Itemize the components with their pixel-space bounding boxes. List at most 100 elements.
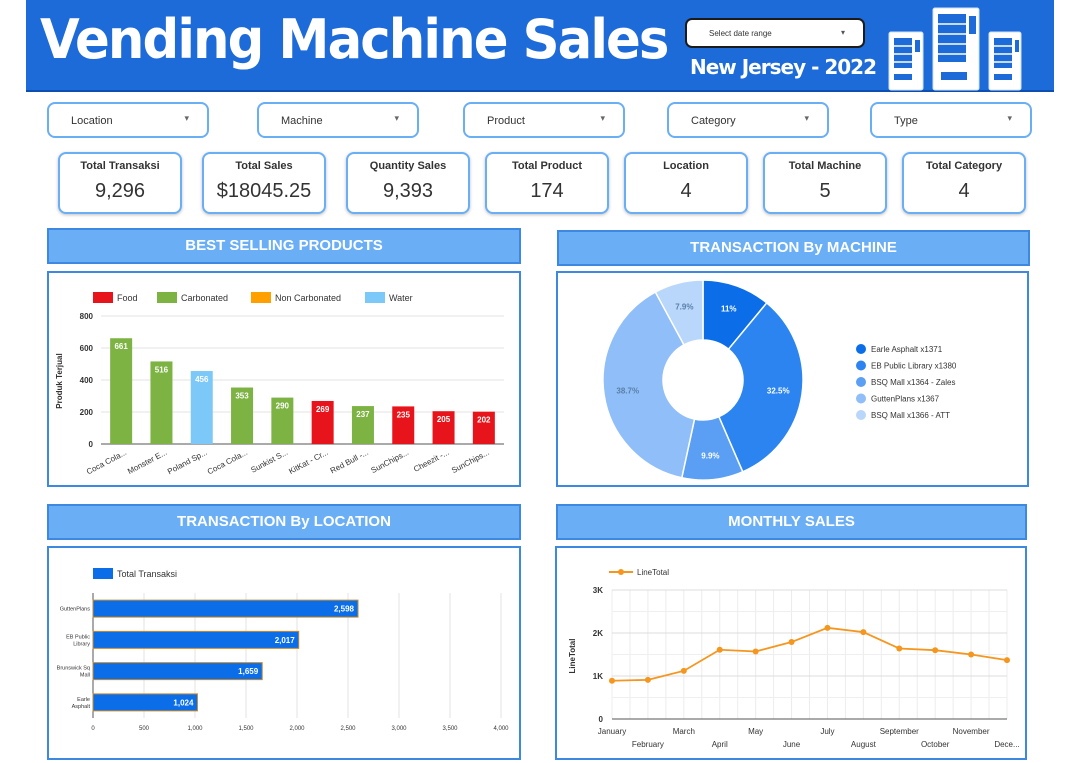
kpi-label: Total Product xyxy=(511,160,583,172)
bar-value-label: 661 xyxy=(114,342,128,351)
filter-type[interactable]: Type ▾ xyxy=(870,102,1032,138)
kpi-total-product: Total Product 174 xyxy=(485,152,609,214)
x-tick-label: 1,000 xyxy=(187,726,203,732)
pie-slice-label: 38.7% xyxy=(616,387,639,396)
y-tick-label: 200 xyxy=(80,408,94,417)
filter-category[interactable]: Category ▾ xyxy=(667,102,829,138)
pie-slice-label: 32.5% xyxy=(767,387,790,396)
legend-label: Total Transaksi xyxy=(117,569,177,579)
y-tick-label: Earle xyxy=(77,697,90,703)
legend-label: BSQ Mall x1366 - ATT xyxy=(871,411,950,420)
chevron-down-icon: ▾ xyxy=(804,113,809,123)
y-tick-label: 3K xyxy=(593,586,603,595)
x-tick-label: SunChips... xyxy=(450,448,491,475)
x-tick-label: Poland Sp... xyxy=(166,448,209,476)
legend-swatch xyxy=(856,410,866,420)
bar-value-label: 516 xyxy=(155,365,169,374)
x-tick-label: November xyxy=(953,727,990,736)
kpi-value: 4 xyxy=(680,180,692,202)
line-point xyxy=(716,646,723,653)
best-selling-panel: Food Carbonated Non Carbonated Water 0 200 400… xyxy=(47,271,521,487)
bar-value-label: 456 xyxy=(195,375,209,384)
bar xyxy=(110,338,133,444)
page-title: Vending Machine Sales xyxy=(40,8,669,71)
x-tick-label: Sunkist S... xyxy=(249,448,289,475)
bar-value-label: 353 xyxy=(235,392,249,401)
bar-value-label: 202 xyxy=(477,416,491,425)
bar-value-label: 1,659 xyxy=(238,667,259,676)
kpi-value: 9,296 xyxy=(94,180,146,202)
vending-machines-icon xyxy=(888,7,1022,91)
filter-location[interactable]: Location ▾ xyxy=(47,102,209,138)
x-tick-label: SunChips... xyxy=(369,448,410,475)
x-tick-label: July xyxy=(820,727,834,736)
kpi-value: 174 xyxy=(530,180,564,202)
legend-label: LineTotal xyxy=(637,568,669,577)
best-selling-chart: Food Carbonated Non Carbonated Water 0 200 400… xyxy=(55,292,504,476)
x-tick-label: September xyxy=(880,727,919,736)
chevron-down-icon: ▾ xyxy=(600,113,605,123)
x-tick-label: June xyxy=(783,740,801,749)
bar xyxy=(92,662,263,681)
line-point xyxy=(644,676,651,683)
kpi-label: Total Transaksi xyxy=(80,160,160,172)
x-tick-label: March xyxy=(673,727,695,736)
chevron-down-icon: ▾ xyxy=(840,28,845,37)
pie-slice-label: 7.9% xyxy=(675,302,693,311)
legend-swatch xyxy=(365,292,385,303)
monthly-chart: LineTotal 0 1K 2K 3K LineTotal January February… xyxy=(568,568,1020,749)
line-point xyxy=(824,624,831,631)
x-tick-label: January xyxy=(598,727,626,736)
x-tick-label: October xyxy=(921,740,950,749)
x-tick-label: 2,000 xyxy=(289,726,305,732)
y-tick-label: 600 xyxy=(80,344,94,353)
legend-label: Non Carbonated xyxy=(275,293,341,303)
filter-label: Machine xyxy=(281,115,323,127)
by-machine-chart: 11% 32.5% 9.9% 38.7% 7.9% Earle Asphalt x1371… xyxy=(602,279,957,481)
kpi-value: $18045.25 xyxy=(216,180,312,202)
x-tick-label: 0 xyxy=(91,726,95,732)
filter-label: Category xyxy=(691,115,736,127)
section-title-best-selling: BEST SELLING PRODUCTS xyxy=(47,228,521,264)
kpi-total-transaksi: Total Transaksi 9,296 xyxy=(58,152,182,214)
x-tick-label: 500 xyxy=(139,726,150,732)
x-tick-label: 3,500 xyxy=(442,726,458,732)
filter-product[interactable]: Product ▾ xyxy=(463,102,625,138)
pie-slice-label: 9.9% xyxy=(701,452,719,461)
bar-value-label: 290 xyxy=(276,402,290,411)
filter-label: Product xyxy=(487,115,525,127)
y-tick-label: 0 xyxy=(599,715,604,724)
x-tick-label: April xyxy=(712,740,728,749)
bar-value-label: 2,017 xyxy=(275,636,296,645)
line-point xyxy=(968,651,975,658)
kpi-total-category: Total Category 4 xyxy=(902,152,1026,214)
legend-swatch xyxy=(251,292,271,303)
legend-marker xyxy=(618,569,624,575)
legend-label: Water xyxy=(389,293,413,303)
chevron-down-icon: ▾ xyxy=(394,113,399,123)
filter-machine[interactable]: Machine ▾ xyxy=(257,102,419,138)
y-axis-label: Produk Terjual xyxy=(55,353,64,408)
x-tick-label: 3,000 xyxy=(391,726,407,732)
legend-swatch xyxy=(93,292,113,303)
line-point xyxy=(752,648,759,655)
y-tick-label: Brunswick Sq xyxy=(57,666,90,672)
y-tick-label: 800 xyxy=(80,312,94,321)
by-location-panel: Total Transaksi 0 500 1,000 1,500 2,000 2,500 3… xyxy=(47,546,521,760)
line-point xyxy=(932,647,939,654)
bar-value-label: 237 xyxy=(356,410,370,419)
line-point xyxy=(1004,657,1010,664)
kpi-quantity-sales: Quantity Sales 9,393 xyxy=(346,152,470,214)
legend-swatch xyxy=(157,292,177,303)
date-range-label: Select date range xyxy=(709,29,772,38)
bar-value-label: 1,024 xyxy=(173,698,194,707)
legend-swatch xyxy=(856,344,866,354)
date-range-select[interactable]: Select date range ▾ xyxy=(685,18,865,48)
y-tick-label: Asphalt xyxy=(72,704,91,710)
filter-label: Location xyxy=(71,115,113,127)
legend-label: Carbonated xyxy=(181,293,228,303)
kpi-label: Total Machine xyxy=(788,160,862,172)
kpi-label: Total Category xyxy=(925,160,1003,172)
kpi-value: 9,393 xyxy=(382,180,434,202)
section-title-by-location: TRANSACTION By LOCATION xyxy=(47,504,521,540)
